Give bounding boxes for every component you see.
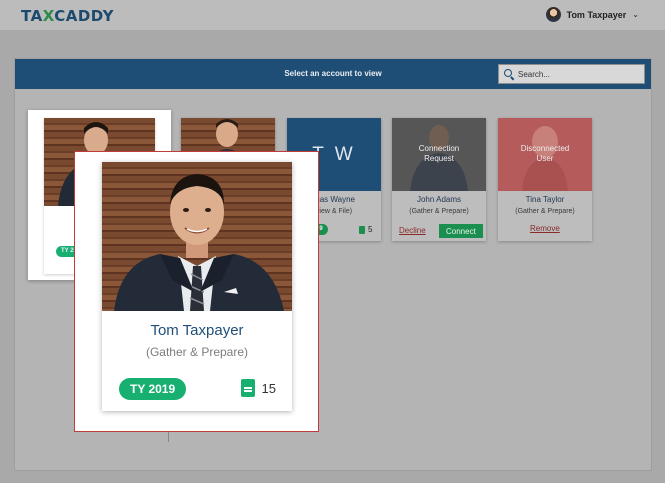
- user-name: Tom Taxpayer: [566, 9, 627, 20]
- top-bar: TAXCADDY Tom Taxpayer ⌄: [0, 0, 665, 30]
- document-icon: [240, 379, 255, 397]
- tax-year-tag[interactable]: TY 2019: [119, 378, 187, 400]
- zoomed-card-frame: Tom Taxpayer (Gather & Prepare) TY 2019 …: [74, 151, 319, 432]
- card-photo: Connection Request: [392, 118, 486, 191]
- divider: [168, 432, 169, 442]
- connect-button[interactable]: Connect: [439, 224, 483, 238]
- card-photo: [102, 162, 292, 311]
- account-card-john-adams[interactable]: Connection Request John Adams (Gather & …: [392, 118, 486, 241]
- person-photo: [114, 174, 284, 311]
- decline-link[interactable]: Decline: [399, 226, 426, 235]
- disconnected-user-label: Disconnected User: [520, 144, 570, 163]
- taxcaddy-logo[interactable]: TAXCADDY: [21, 7, 114, 25]
- search-box[interactable]: [498, 64, 645, 84]
- remove-link[interactable]: Remove: [530, 224, 560, 233]
- search-icon: [504, 69, 514, 79]
- chevron-down-icon: ⌄: [632, 10, 639, 19]
- user-menu[interactable]: Tom Taxpayer ⌄: [545, 7, 639, 22]
- card-name: John Adams: [416, 195, 462, 204]
- card-photo: Disconnected User: [498, 118, 592, 191]
- account-card-tina-taylor[interactable]: Disconnected User Tina Taylor (Gather & …: [498, 118, 592, 241]
- zoomed-account-card-tom-taxpayer[interactable]: Tom Taxpayer (Gather & Prepare) TY 2019 …: [102, 162, 292, 411]
- card-role: (Gather & Prepare): [515, 208, 575, 215]
- card-name: Tina Taylor: [525, 195, 565, 204]
- file-count[interactable]: 5: [359, 225, 372, 234]
- panel-header: Select an account to view: [15, 59, 651, 89]
- account-role: (Gather & Prepare): [145, 345, 249, 359]
- document-icon: [359, 225, 365, 234]
- search-input[interactable]: [518, 69, 638, 79]
- connection-request-label: Connection Request: [418, 144, 460, 163]
- account-name: Tom Taxpayer: [150, 322, 244, 339]
- avatar: [545, 7, 561, 22]
- card-role: (Gather & Prepare): [409, 208, 469, 215]
- file-count[interactable]: 15: [240, 379, 276, 397]
